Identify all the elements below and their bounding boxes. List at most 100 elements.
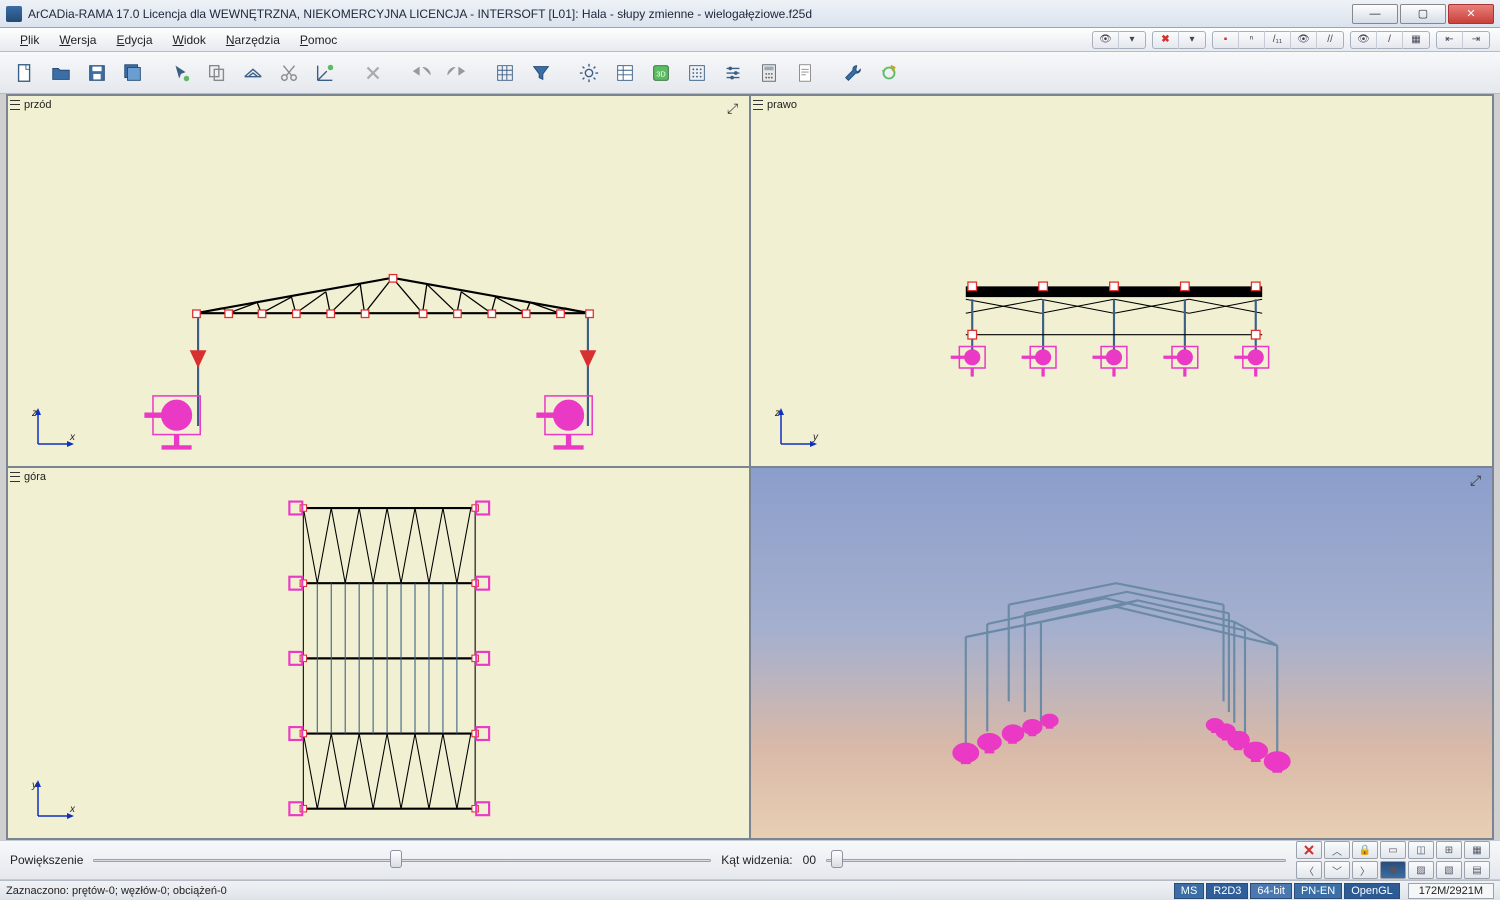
- expand-icon[interactable]: [1470, 472, 1486, 488]
- view-shade-icon[interactable]: ▧: [1436, 861, 1462, 879]
- marker-n-icon[interactable]: ⁿ: [1239, 31, 1265, 49]
- menu-edycja[interactable]: Edycja: [106, 31, 162, 49]
- gear-button[interactable]: [572, 56, 606, 90]
- viewport-handle-icon[interactable]: [10, 98, 20, 112]
- select-arrow-button[interactable]: [164, 56, 198, 90]
- calculator-button[interactable]: [752, 56, 786, 90]
- wrench-button[interactable]: [836, 56, 870, 90]
- axis-indicator-zx: zx: [30, 406, 76, 452]
- status-bar: Zaznaczono: prętów-0; węzłów-0; obciążeń…: [0, 880, 1500, 900]
- viewport-top[interactable]: góra: [7, 467, 750, 839]
- axes-x-icon[interactable]: ✖: [1153, 31, 1179, 49]
- refresh-button[interactable]: [872, 56, 906, 90]
- viewport-right[interactable]: prawo: [750, 95, 1493, 467]
- report-button[interactable]: [788, 56, 822, 90]
- status-tag-ms: MS: [1174, 883, 1205, 899]
- open-file-button[interactable]: [44, 56, 78, 90]
- fov-slider[interactable]: [826, 852, 1286, 868]
- nav-cross-icon[interactable]: [1296, 841, 1322, 859]
- bottom-bar: Powiększenie Kąt widzenia: 00 ︿ 🔒 ▭ ◫ ⊞ …: [0, 840, 1500, 880]
- viewport-top-label: góra: [24, 471, 46, 483]
- viewport-front[interactable]: przód: [7, 95, 750, 467]
- delete-button[interactable]: [356, 56, 390, 90]
- cut-button[interactable]: [272, 56, 306, 90]
- main-toolbar: 3D: [0, 52, 1500, 94]
- window-controls: — ▢ ✕: [1352, 4, 1494, 24]
- menu-pomoc[interactable]: Pomoc: [290, 31, 347, 49]
- app-icon: [6, 6, 22, 22]
- close-button[interactable]: ✕: [1448, 4, 1494, 24]
- minimize-button[interactable]: —: [1352, 4, 1398, 24]
- grid-pattern-icon[interactable]: ▦: [1403, 31, 1429, 49]
- collapse-left-icon[interactable]: ⇤: [1437, 31, 1463, 49]
- view-options-right: 👁 ▾ ✖ ▾ ▪ ⁿ /₁₁ 👁 // 👁 / ▦ ⇤ ⇥: [1092, 31, 1490, 49]
- nav-left-icon[interactable]: 〈: [1296, 861, 1322, 879]
- new-file-button[interactable]: [8, 56, 42, 90]
- nav-right-icon[interactable]: 〉: [1352, 861, 1378, 879]
- layout-2-icon[interactable]: ◫: [1408, 841, 1434, 859]
- viewport-right-label: prawo: [767, 99, 797, 111]
- maximize-button[interactable]: ▢: [1400, 4, 1446, 24]
- grid-eye-icon[interactable]: 👁: [1351, 31, 1377, 49]
- menu-bar: Plik Wersja Edycja Widok Narzędzia Pomoc…: [0, 28, 1500, 52]
- nav-down-icon[interactable]: ﹀: [1324, 861, 1350, 879]
- svg-text:z: z: [774, 408, 780, 419]
- status-tag-r2d3: R2D3: [1206, 883, 1248, 899]
- selection-status: Zaznaczono: prętów-0; węzłów-0; obciążeń…: [6, 885, 1172, 897]
- axis-indicator-zy: zy: [773, 406, 819, 452]
- menu-widok[interactable]: Widok: [163, 31, 216, 49]
- menu-wersja[interactable]: Wersja: [49, 31, 106, 49]
- viewport-front-label: przód: [24, 99, 52, 111]
- view-solid-icon[interactable]: ▣: [1380, 861, 1406, 879]
- copy-button[interactable]: [200, 56, 234, 90]
- title-bar: ArCADia-RAMA 17.0 Licencja dla WEWNĘTRZN…: [0, 0, 1500, 28]
- viewport-handle-icon[interactable]: [753, 98, 763, 112]
- redo-button[interactable]: [440, 56, 474, 90]
- axes-dropdown-icon[interactable]: ▾: [1179, 31, 1205, 49]
- nav-up-icon[interactable]: ︿: [1324, 841, 1350, 859]
- memory-status: 172M/2921M: [1408, 883, 1494, 899]
- status-tag-opengl: OpenGL: [1344, 883, 1400, 899]
- layout-3-icon[interactable]: ⊞: [1436, 841, 1462, 859]
- zoom-label: Powiększenie: [10, 853, 83, 867]
- save-file-button[interactable]: [80, 56, 114, 90]
- window-title: ArCADia-RAMA 17.0 Licencja dla WEWNĘTRZN…: [28, 7, 1352, 21]
- menu-plik-label: lik: [28, 33, 39, 47]
- menu-narzedzia[interactable]: Narzędzia: [216, 31, 290, 49]
- viewport-container: przód: [6, 94, 1494, 840]
- menu-plik[interactable]: Plik: [10, 31, 49, 49]
- filter-button[interactable]: [524, 56, 558, 90]
- grid-button[interactable]: [488, 56, 522, 90]
- collapse-right-icon[interactable]: ⇥: [1463, 31, 1489, 49]
- fov-value: 00: [803, 853, 816, 867]
- display-eye-icon[interactable]: 👁: [1093, 31, 1119, 49]
- display-dropdown-icon[interactable]: ▾: [1119, 31, 1145, 49]
- viewport-handle-icon[interactable]: [10, 470, 20, 484]
- undo-button[interactable]: [404, 56, 438, 90]
- marker-square-icon[interactable]: ▪: [1213, 31, 1239, 49]
- marker-eye-icon[interactable]: 👁: [1291, 31, 1317, 49]
- view3d-button[interactable]: 3D: [644, 56, 678, 90]
- marker-slash-icon[interactable]: /₁₁: [1265, 31, 1291, 49]
- sliders-button[interactable]: [716, 56, 750, 90]
- matrix-button[interactable]: [680, 56, 714, 90]
- view-wire-icon[interactable]: ▨: [1408, 861, 1434, 879]
- viewport-3d[interactable]: [750, 467, 1493, 839]
- status-tag-pn: PN-EN: [1294, 883, 1342, 899]
- axes-add-button[interactable]: [308, 56, 342, 90]
- grid-slash-icon[interactable]: /: [1377, 31, 1403, 49]
- layout-4-icon[interactable]: ▦: [1464, 841, 1490, 859]
- svg-text:z: z: [31, 408, 37, 419]
- truss-button[interactable]: [236, 56, 270, 90]
- nav-lock-icon[interactable]: 🔒: [1352, 841, 1378, 859]
- table-button[interactable]: [608, 56, 642, 90]
- view-nav-buttons: ︿ 🔒 ▭ ◫ ⊞ ▦ 〈 ﹀ 〉 ▣ ▨ ▧ ▤: [1296, 841, 1490, 879]
- view-hidden-icon[interactable]: ▤: [1464, 861, 1490, 879]
- layout-1-icon[interactable]: ▭: [1380, 841, 1406, 859]
- marker-slash2-icon[interactable]: //: [1317, 31, 1343, 49]
- status-tag-64bit: 64-bit: [1250, 883, 1292, 899]
- svg-text:x: x: [69, 804, 76, 815]
- save-as-button[interactable]: [116, 56, 150, 90]
- expand-icon[interactable]: [727, 100, 743, 116]
- zoom-slider[interactable]: [93, 852, 711, 868]
